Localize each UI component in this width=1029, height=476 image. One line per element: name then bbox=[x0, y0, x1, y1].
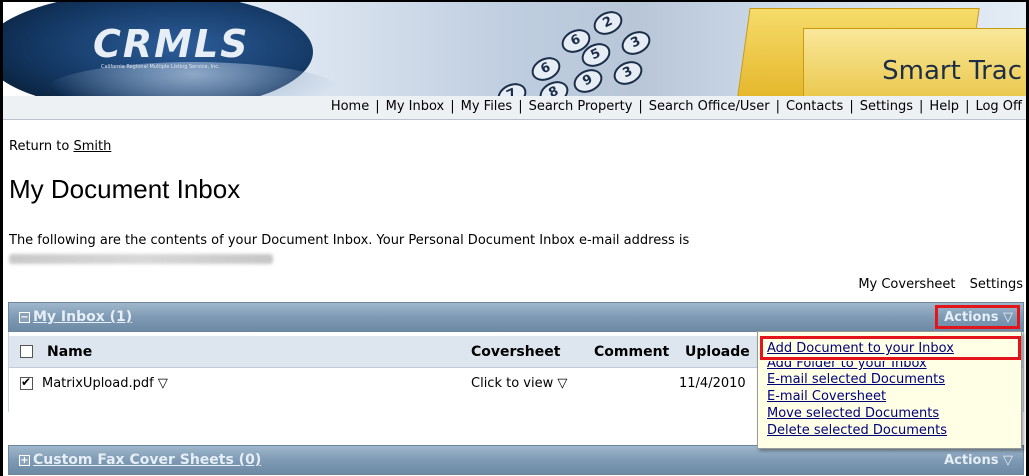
nav-separator: | bbox=[775, 99, 780, 114]
product-brand: Smart Trac bbox=[882, 56, 1022, 86]
inbox-panel-title-text: My Inbox (1) bbox=[33, 309, 133, 325]
nav-settings[interactable]: Settings bbox=[860, 99, 913, 114]
keypad-key: 2 bbox=[589, 6, 627, 40]
nav-separator: | bbox=[638, 99, 643, 114]
logo-text: CRMLS bbox=[93, 22, 250, 66]
top-navigation: Home | My Inbox | My Files | Search Property | S… bbox=[3, 96, 1026, 120]
crmls-logo[interactable]: CRMLS California Regional Multiple Listi… bbox=[93, 22, 293, 72]
return-line: Return to Smith bbox=[9, 139, 111, 154]
keypad-key: 7 bbox=[493, 78, 531, 96]
header-banner: CRMLS California Regional Multiple Listi… bbox=[3, 2, 1026, 96]
column-header-uploaded[interactable]: Uploade bbox=[685, 344, 750, 360]
nav-separator: | bbox=[919, 99, 924, 114]
return-prefix: Return to bbox=[9, 139, 74, 154]
nav-separator: | bbox=[849, 99, 854, 114]
nav-log-off[interactable]: Log Off bbox=[975, 99, 1022, 114]
my-coversheet-link[interactable]: My Coversheet bbox=[858, 277, 955, 292]
nav-search-property[interactable]: Search Property bbox=[529, 99, 633, 114]
menu-item-add-document[interactable]: Add Document to your Inbox bbox=[767, 341, 954, 356]
intro-text: The following are the contents of your D… bbox=[9, 233, 690, 248]
inbox-panel-title[interactable]: − My Inbox (1) bbox=[19, 309, 132, 325]
logo-subtitle: California Regional Multiple Listing Ser… bbox=[101, 64, 220, 70]
nav-separator: | bbox=[518, 99, 523, 114]
fax-panel-title[interactable]: + Custom Fax Cover Sheets (0) bbox=[19, 452, 261, 468]
keypad-key: 3 bbox=[617, 26, 655, 60]
nav-my-inbox[interactable]: My Inbox bbox=[386, 99, 445, 114]
document-name-link[interactable]: MatrixUpload.pdf ▽ bbox=[42, 376, 168, 391]
blurred-email-address bbox=[9, 254, 273, 264]
menu-item-move-documents[interactable]: Move selected Documents bbox=[767, 406, 939, 421]
phone-keypad-image: 2 3 5 6 3 9 8 6 7 bbox=[473, 6, 683, 96]
settings-link[interactable]: Settings bbox=[970, 277, 1023, 292]
keypad-key: 9 bbox=[569, 64, 607, 96]
nav-help[interactable]: Help bbox=[929, 99, 959, 114]
nav-separator: | bbox=[450, 99, 455, 114]
coversheet-view-link[interactable]: Click to view ▽ bbox=[471, 376, 567, 391]
fax-actions-button[interactable]: Actions ▽ bbox=[935, 448, 1020, 472]
nav-search-office-user[interactable]: Search Office/User bbox=[649, 99, 770, 114]
utility-links: My Coversheet Settings bbox=[848, 277, 1023, 292]
column-header-coversheet[interactable]: Coversheet bbox=[471, 344, 560, 360]
actions-dropdown-menu: Add Document to your Inbox Add Folder to… bbox=[757, 331, 1022, 449]
row-checkbox[interactable] bbox=[20, 375, 33, 390]
nav-my-files[interactable]: My Files bbox=[461, 99, 513, 114]
menu-item-email-documents[interactable]: E-mail selected Documents bbox=[767, 372, 945, 387]
nav-separator: | bbox=[375, 99, 380, 114]
menu-item-delete-documents[interactable]: Delete selected Documents bbox=[767, 423, 947, 438]
return-link[interactable]: Smith bbox=[73, 139, 111, 154]
column-header-name[interactable]: Name bbox=[47, 344, 92, 360]
column-header-comment[interactable]: Comment bbox=[594, 344, 669, 360]
nav-contacts[interactable]: Contacts bbox=[786, 99, 843, 114]
fax-cover-panel-header: + Custom Fax Cover Sheets (0) Actions ▽ bbox=[8, 445, 1024, 475]
fax-panel-title-text: Custom Fax Cover Sheets (0) bbox=[33, 452, 262, 468]
inbox-actions-button[interactable]: Actions ▽ bbox=[935, 305, 1020, 329]
expand-icon[interactable]: + bbox=[19, 455, 30, 466]
nav-separator: | bbox=[965, 99, 970, 114]
nav-home[interactable]: Home bbox=[331, 99, 369, 114]
inbox-panel-header: − My Inbox (1) Actions ▽ bbox=[8, 302, 1024, 332]
collapse-icon[interactable]: − bbox=[19, 312, 30, 323]
keypad-key: 3 bbox=[609, 56, 647, 90]
uploaded-date: 11/4/2010 bbox=[679, 376, 746, 391]
page-title: My Document Inbox bbox=[9, 174, 241, 204]
menu-item-email-coversheet[interactable]: E-mail Coversheet bbox=[767, 389, 886, 404]
select-all-checkbox[interactable] bbox=[20, 345, 33, 358]
